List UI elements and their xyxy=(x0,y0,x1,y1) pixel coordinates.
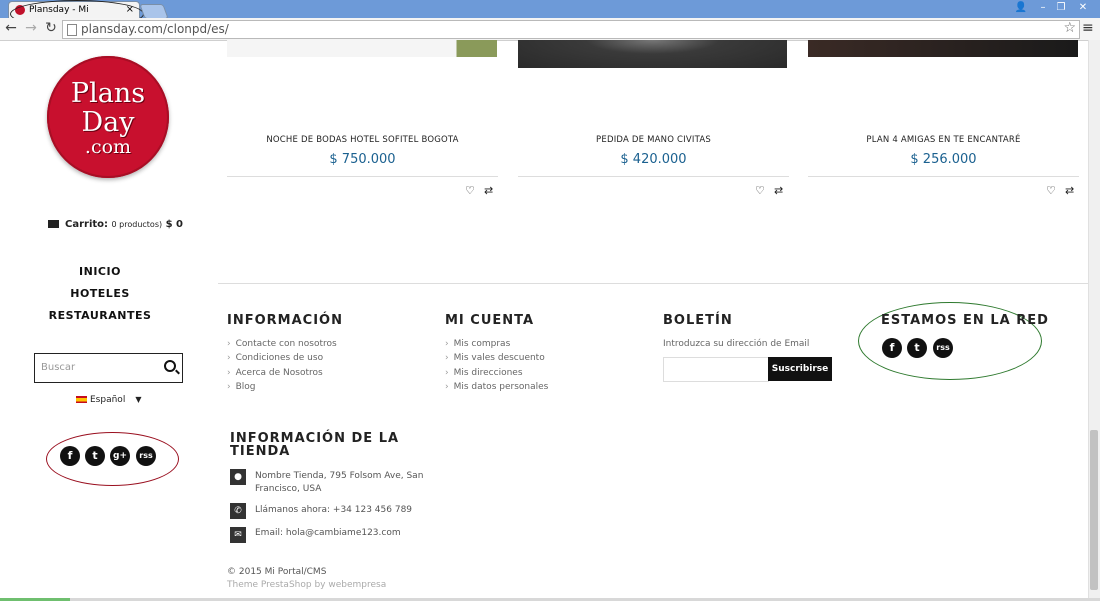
close-window-button[interactable]: ✕ xyxy=(1074,1,1092,15)
footer-link-orders[interactable]: Mis compras xyxy=(445,339,511,349)
scrollbar-thumb[interactable] xyxy=(1090,430,1098,590)
store-email[interactable]: Email: hola@cambiame123.com xyxy=(255,528,401,538)
footer-link-about[interactable]: Acerca de Nosotros xyxy=(227,368,323,378)
phone-icon: ✆ xyxy=(230,503,246,519)
envelope-icon: ✉ xyxy=(230,527,246,543)
cart-total: $ 0 xyxy=(165,219,183,230)
reload-icon[interactable]: ↻ xyxy=(42,20,60,36)
product-price: $ 750.000 xyxy=(329,152,396,167)
twitter-icon[interactable]: t xyxy=(907,338,927,358)
cart-icon xyxy=(48,220,59,228)
address-bar[interactable]: plansday.com/clonpd/es/ ☆ xyxy=(62,20,1080,39)
nav-restaurantes[interactable]: RESTAURANTES xyxy=(0,309,200,322)
facebook-icon[interactable]: f xyxy=(882,338,902,358)
compare-icon[interactable]: ⇄ xyxy=(1065,184,1074,197)
product-image[interactable] xyxy=(808,40,1078,57)
caret-down-icon: ▼ xyxy=(135,395,142,404)
divider xyxy=(808,176,1079,177)
divider xyxy=(518,176,789,177)
compare-icon[interactable]: ⇄ xyxy=(484,184,493,197)
back-icon[interactable]: ← xyxy=(2,20,20,36)
cart-count: 0 productos) xyxy=(111,220,163,229)
theme-credit[interactable]: Theme PrestaShop by webempresa xyxy=(227,580,386,590)
spain-flag-icon xyxy=(76,396,87,403)
store-info-heading-line-2: TIENDA xyxy=(230,444,291,459)
store-address: Nombre Tienda, 795 Folsom Ave, San Franc… xyxy=(255,470,423,496)
store-phone: Llámanos ahora: +34 123 456 789 xyxy=(255,505,413,515)
footer-link-addresses[interactable]: Mis direcciones xyxy=(445,368,523,378)
search-icon[interactable] xyxy=(164,360,176,372)
product-name[interactable]: PLAN 4 AMIGAS EN TE ENCANTARÉ xyxy=(808,135,1079,145)
search-box[interactable]: Buscar xyxy=(34,353,183,383)
cart-label: Carrito: xyxy=(65,219,109,230)
footer-link-contact[interactable]: Contacte con nosotros xyxy=(227,339,337,349)
twitter-icon[interactable]: t xyxy=(85,446,105,466)
subscribe-button[interactable]: Suscribirse xyxy=(768,357,832,381)
logo-line-2: Day xyxy=(81,107,135,138)
logo-line-1: Plans xyxy=(70,78,146,109)
language-selector[interactable]: Español ▼ xyxy=(76,395,141,405)
forward-icon[interactable]: → xyxy=(22,20,40,36)
store-address-line-2: Francisco, USA xyxy=(255,484,322,494)
facebook-icon[interactable]: f xyxy=(60,446,80,466)
google-plus-icon[interactable]: g+ xyxy=(110,446,130,466)
page-icon xyxy=(67,24,77,36)
wishlist-heart-icon[interactable]: ♡ xyxy=(1046,184,1056,197)
new-tab-button[interactable] xyxy=(139,4,169,19)
social-heading: ESTAMOS EN LA RED xyxy=(881,313,1049,328)
product-image[interactable] xyxy=(518,40,787,68)
divider xyxy=(227,176,498,177)
url-text: plansday.com/clonpd/es/ xyxy=(81,22,229,36)
wishlist-heart-icon[interactable]: ♡ xyxy=(755,184,765,197)
product-image[interactable] xyxy=(227,40,497,57)
product-name[interactable]: PEDIDA DE MANO CIVITAS xyxy=(518,135,789,145)
minimize-button[interactable]: – xyxy=(1034,1,1052,15)
product-price: $ 256.000 xyxy=(910,152,977,167)
footer-divider xyxy=(218,283,1088,284)
rss-icon[interactable]: rss xyxy=(136,446,156,466)
footer-link-vouchers[interactable]: Mis vales descuento xyxy=(445,353,545,363)
cart-summary[interactable]: Carrito: 0 productos) $ 0 xyxy=(48,219,183,230)
product-name[interactable]: NOCHE DE BODAS HOTEL SOFITEL BOGOTA xyxy=(227,135,498,145)
logo-line-3: .com xyxy=(84,136,132,158)
newsletter-label: Introduzca su dirección de Email xyxy=(663,339,810,349)
search-input[interactable]: Buscar xyxy=(41,362,75,373)
newsletter-email-input[interactable] xyxy=(663,357,769,382)
language-label: Español xyxy=(90,395,126,405)
nav-inicio[interactable]: INICIO xyxy=(0,265,200,278)
account-heading: MI CUENTA xyxy=(445,313,535,328)
footer-link-personal[interactable]: Mis datos personales xyxy=(445,382,549,392)
nav-hoteles[interactable]: HOTELES xyxy=(0,287,200,300)
user-icon[interactable]: 👤 xyxy=(1012,1,1030,15)
site-logo[interactable]: Plans Day .com xyxy=(47,56,169,178)
store-address-line-1: Nombre Tienda, 795 Folsom Ave, San xyxy=(255,471,424,481)
footer-link-terms[interactable]: Condiciones de uso xyxy=(227,353,323,363)
rss-icon[interactable]: rss xyxy=(933,338,953,358)
newsletter-heading: BOLETÍN xyxy=(663,313,733,328)
product-price: $ 420.000 xyxy=(620,152,687,167)
wishlist-heart-icon[interactable]: ♡ xyxy=(465,184,475,197)
browser-menu-icon[interactable]: ≡ xyxy=(1082,20,1094,36)
store-info-heading: INFORMACIÓN DE LA TIENDA xyxy=(230,432,399,458)
copyright: © 2015 Mi Portal/CMS xyxy=(227,567,327,577)
footer-link-blog[interactable]: Blog xyxy=(227,382,256,392)
maximize-button[interactable]: ❐ xyxy=(1052,1,1070,15)
map-marker-icon: ● xyxy=(230,469,246,485)
compare-icon[interactable]: ⇄ xyxy=(774,184,783,197)
bookmark-star-icon[interactable]: ☆ xyxy=(1063,20,1076,36)
info-heading: INFORMACIÓN xyxy=(227,313,343,328)
